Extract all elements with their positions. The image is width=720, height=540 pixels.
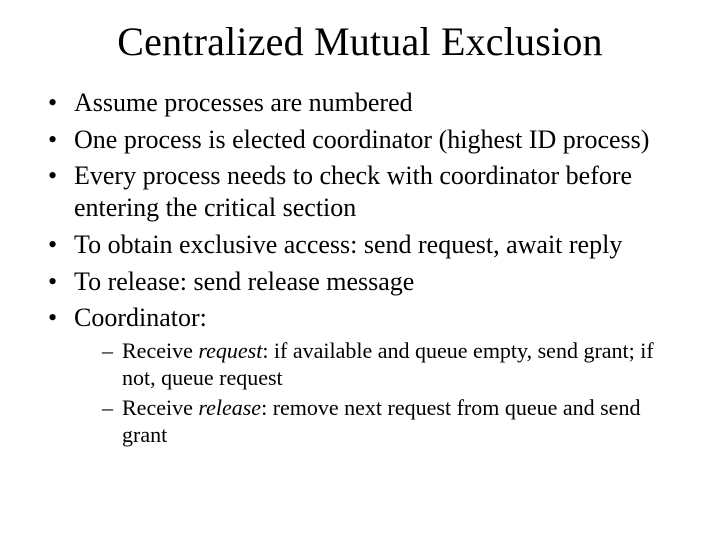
sub-emph: release [198, 395, 261, 420]
bullet-text: Assume processes are numbered [74, 88, 413, 117]
bullet-item: Every process needs to check with coordi… [48, 160, 686, 223]
sub-bullet-item: Receive release: remove next request fro… [102, 395, 686, 449]
sub-emph: request [198, 338, 262, 363]
bullet-list: Assume processes are numbered One proces… [34, 87, 686, 448]
sub-prefix: Receive [122, 338, 198, 363]
bullet-item: One process is elected coordinator (high… [48, 124, 686, 156]
sub-bullet-list: Receive request: if available and queue … [74, 338, 686, 448]
sub-bullet-item: Receive request: if available and queue … [102, 338, 686, 392]
slide: Centralized Mutual Exclusion Assume proc… [0, 0, 720, 540]
slide-title: Centralized Mutual Exclusion [34, 18, 686, 65]
bullet-item: Coordinator: Receive request: if availab… [48, 302, 686, 448]
bullet-item: To obtain exclusive access: send request… [48, 229, 686, 261]
bullet-text: To obtain exclusive access: send request… [74, 230, 622, 259]
bullet-text: Coordinator: [74, 303, 207, 332]
bullet-text: Every process needs to check with coordi… [74, 161, 632, 222]
sub-prefix: Receive [122, 395, 198, 420]
bullet-text: To release: send release message [74, 267, 414, 296]
bullet-item: Assume processes are numbered [48, 87, 686, 119]
bullet-item: To release: send release message [48, 266, 686, 298]
bullet-text: One process is elected coordinator (high… [74, 125, 649, 154]
